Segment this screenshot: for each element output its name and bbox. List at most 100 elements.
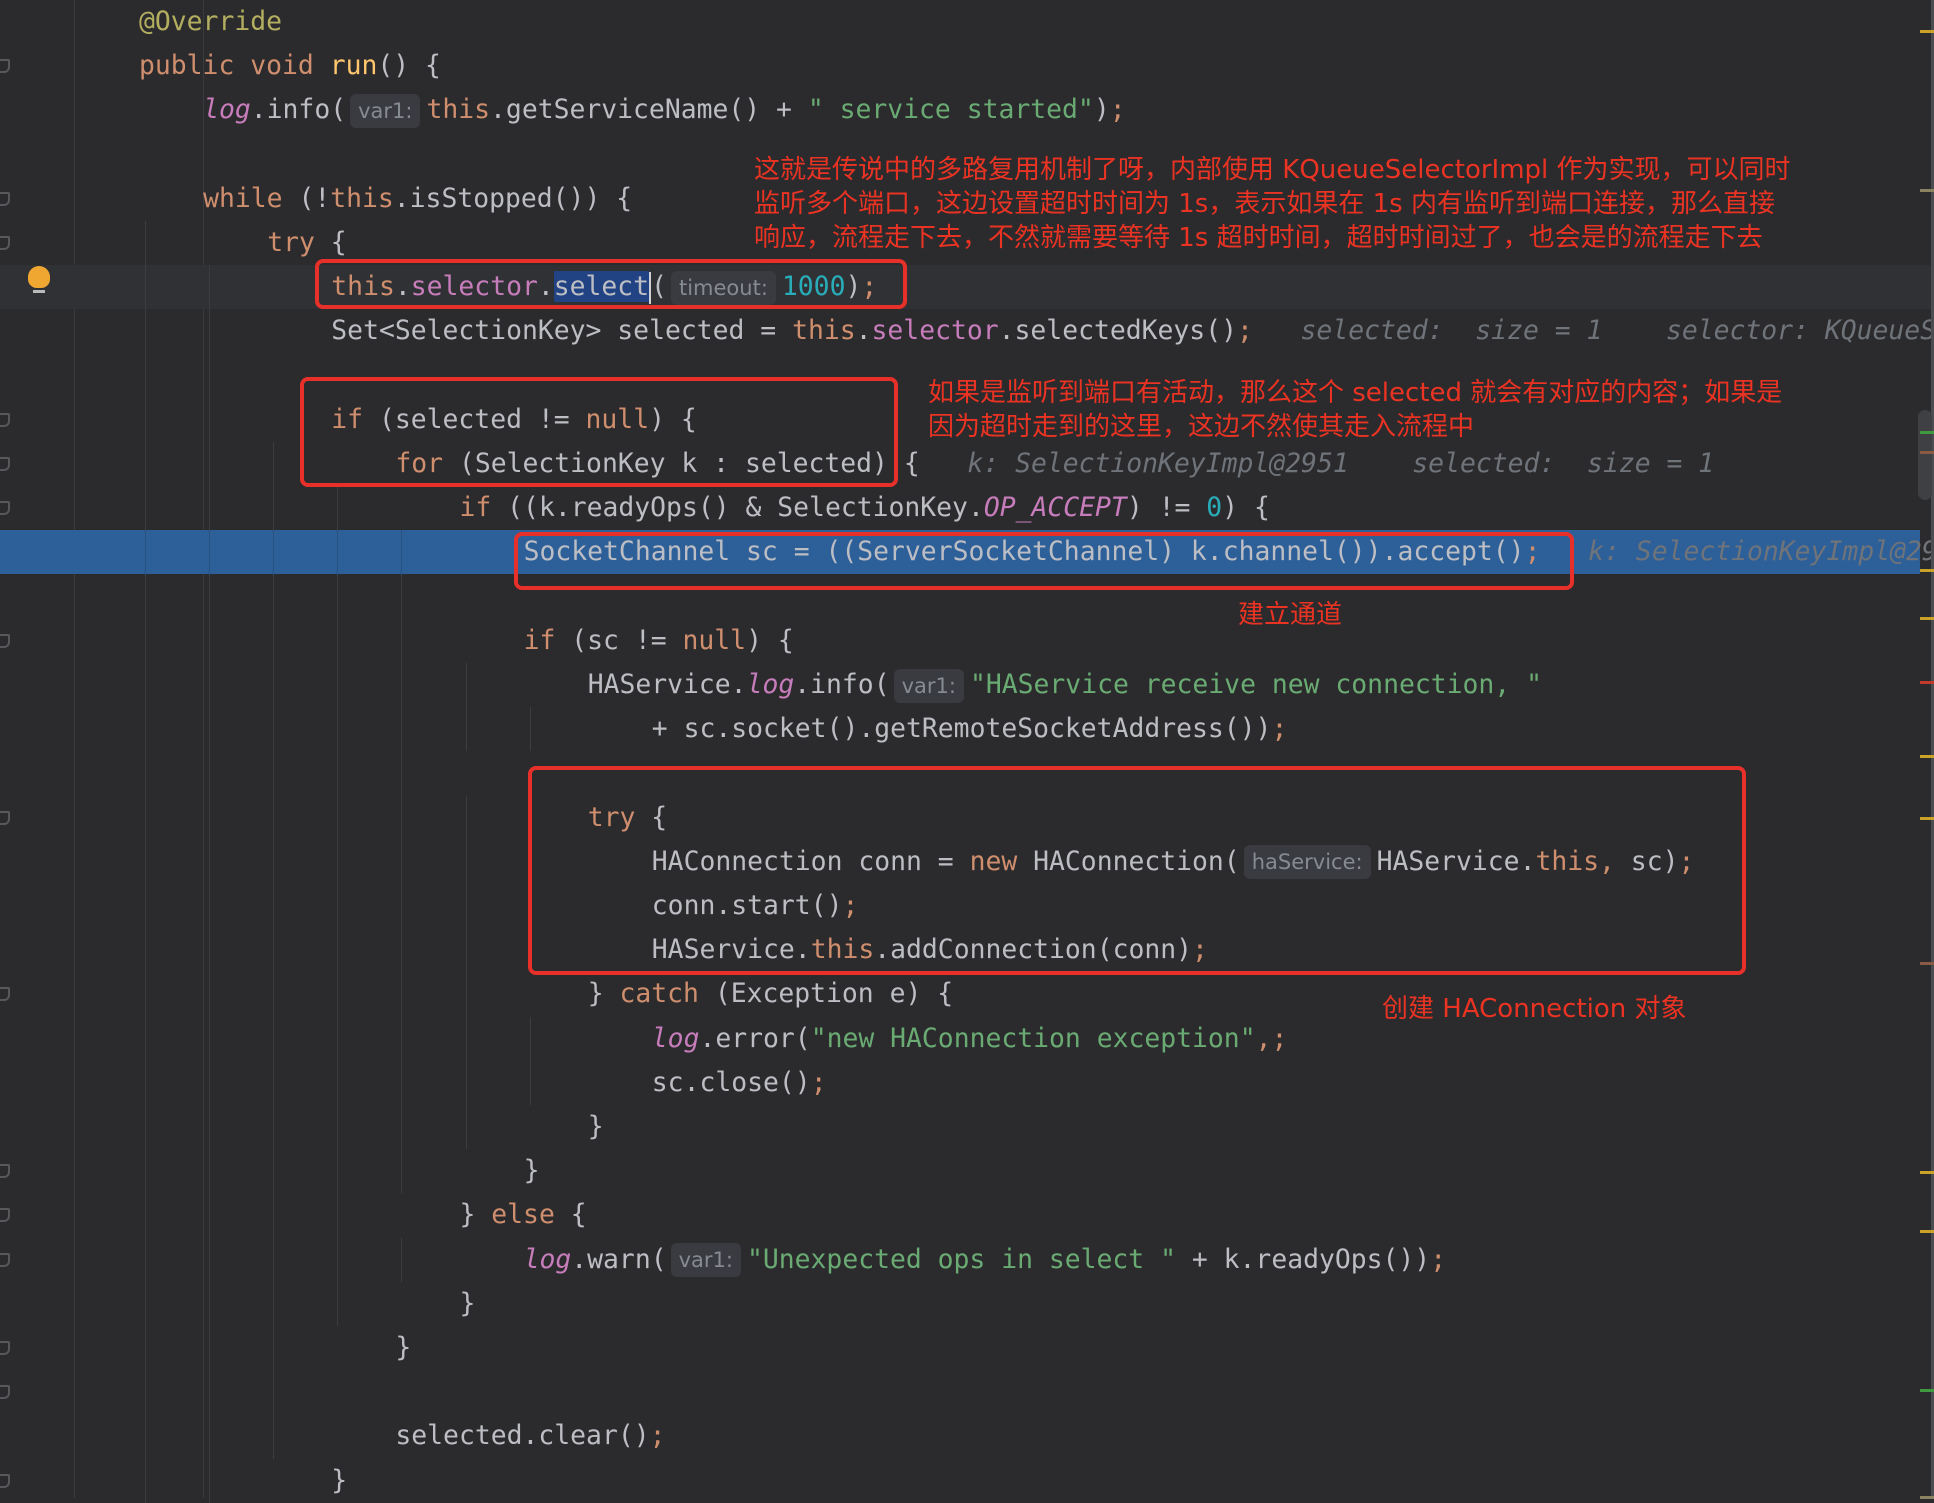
fold-toggle-icon[interactable] [0,59,10,74]
warning-marker[interactable] [1920,29,1934,33]
code-token: " service started" [807,94,1094,126]
indent-guide [465,884,467,929]
change-marker[interactable] [1920,430,1934,434]
code-line[interactable]: } [395,1326,411,1370]
indent-guide [273,884,275,929]
fold-toggle-icon[interactable] [0,1208,10,1223]
indent-guide [209,309,211,354]
indent-guide [337,972,339,1017]
code-token: void [250,50,330,82]
debugger-inline-value: k: SelectionKeyImpl@2951 selected: size … [919,448,1715,479]
code-token: selected.clear() [395,1420,650,1452]
fold-toggle-icon[interactable] [0,1164,10,1179]
code-editor[interactable]: @Override public void run() {log.info(var… [0,0,1934,1503]
code-line[interactable]: Set<SelectionKey> selected = this.select… [331,309,1934,353]
code-line[interactable]: if ((k.readyOps() & SelectionKey.OP_ACCE… [460,486,1270,530]
fold-toggle-icon[interactable] [0,1341,10,1355]
indent-guide [273,1237,275,1282]
warning-marker[interactable] [1920,569,1934,573]
indent-guide [145,221,146,266]
code-token: 0 [1206,492,1223,524]
indent-guide [273,442,275,487]
indent-guide [273,1326,275,1371]
warning-marker[interactable] [1920,755,1934,759]
fold-toggle-icon[interactable] [0,987,10,1002]
fold-toggle-icon[interactable] [0,1385,10,1400]
indent-guide [209,1016,211,1061]
indent-guide [529,1016,531,1061]
code-token: } [459,1199,492,1231]
code-token: (sc != [571,624,683,656]
warning-marker[interactable] [1920,1171,1934,1175]
indent-guide [273,1281,275,1326]
indent-guide [209,265,211,310]
code-line[interactable]: HAService.log.info(var1: "HAService recei… [588,663,1542,707]
indent-guide [145,928,146,973]
indent-guide [209,1105,211,1150]
code-token: catch [619,978,715,1010]
code-token: ((k.readyOps() & SelectionKey. [507,492,984,524]
indent-guide [209,618,211,663]
indent-guide [465,1105,467,1150]
indent-guide [401,1149,403,1194]
code-line[interactable]: selected.clear(); [395,1414,665,1458]
code-line[interactable]: @Override [139,0,282,44]
indent-guide [337,1060,339,1105]
indent-guide [145,839,146,884]
code-token: public [139,50,251,82]
code-token: this [330,182,394,214]
code-line[interactable]: log.error("new HAConnection exception",; [652,1017,1288,1061]
code-token: log [746,669,795,700]
code-line[interactable]: } [588,1105,604,1149]
fold-toggle-icon[interactable] [0,191,10,206]
code-line[interactable]: log.warn(var1: "Unexpected ops in select … [524,1238,1446,1282]
code-line[interactable]: } [331,1459,347,1503]
code-line[interactable]: } else { [460,1193,587,1237]
indent-guide [337,574,339,619]
fold-toggle-icon[interactable] [0,236,10,250]
code-line[interactable]: } catch (Exception e) { [588,972,953,1016]
error-marker[interactable] [1920,681,1934,685]
indent-guide [337,795,339,840]
indent-guide [145,1237,146,1282]
indent-column-guide [203,0,204,1498]
indent-guide [209,707,211,752]
indent-guide [465,839,467,884]
indent-guide [209,353,211,398]
code-line[interactable]: sc.close(); [652,1061,827,1105]
fold-toggle-icon[interactable] [0,1473,10,1488]
fold-toggle-icon[interactable] [0,501,10,516]
fold-toggle-icon[interactable] [0,457,10,471]
error-stripe[interactable] [1914,0,1934,1499]
fold-toggle-icon[interactable] [0,412,10,427]
code-line[interactable]: while (!this.isStopped()) { [203,177,632,221]
info-marker[interactable] [1920,1495,1934,1499]
code-line[interactable]: } [524,1149,540,1193]
code-token: ; [1271,713,1288,745]
warning-marker[interactable] [1920,1230,1934,1234]
warning-marker[interactable] [1920,616,1934,620]
change-marker[interactable] [1920,1389,1934,1393]
code-token: sc.close() [651,1066,811,1098]
code-token: this [792,315,856,347]
code-token: ) { [1222,492,1270,524]
indent-guide [337,530,339,575]
code-line[interactable]: if (sc != null) { [524,619,794,663]
indent-guide [209,530,211,575]
lightbulb-icon[interactable] [28,266,50,288]
info-marker[interactable] [1920,961,1934,965]
code-token: { [570,1199,587,1231]
code-token: HAService. [587,669,747,700]
code-token: + sc.socket().getRemoteSocketAddress()) [651,713,1272,745]
fold-toggle-icon[interactable] [0,810,10,825]
code-line[interactable]: + sc.socket().getRemoteSocketAddress()); [652,707,1288,751]
fold-toggle-icon[interactable] [0,1252,10,1267]
code-line[interactable]: public void run() { [139,44,441,88]
warning-marker[interactable] [1920,817,1934,821]
info-marker[interactable] [1920,188,1934,192]
fold-toggle-icon[interactable] [0,633,10,648]
info-marker[interactable] [1920,451,1934,455]
code-line[interactable]: log.info(var1: this.getServiceName() + " … [203,88,1126,132]
code-token: if [523,624,572,656]
code-line[interactable]: } [460,1282,476,1326]
